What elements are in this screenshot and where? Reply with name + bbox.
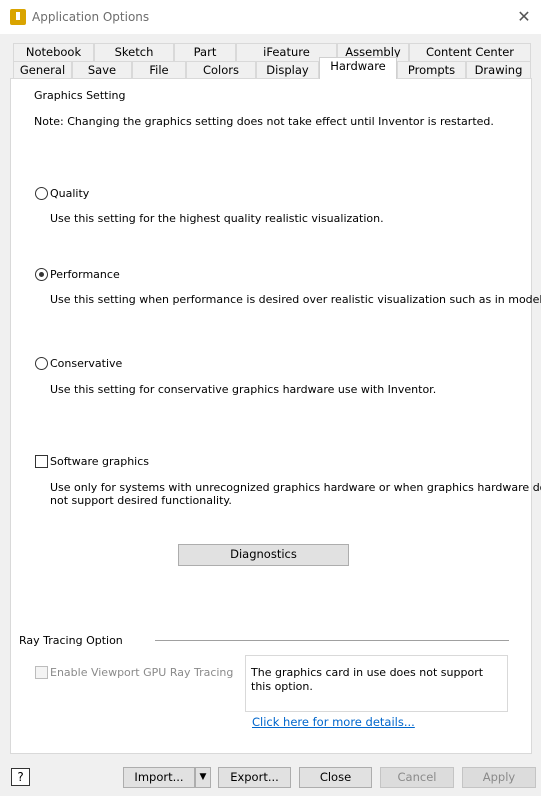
tab-file[interactable]: File bbox=[132, 61, 186, 79]
graphics-setting-label: Graphics Setting bbox=[34, 89, 126, 102]
quality-label[interactable]: Quality bbox=[50, 187, 89, 200]
tab-prompts[interactable]: Prompts bbox=[397, 61, 466, 79]
tab-general[interactable]: General bbox=[13, 61, 72, 79]
ray-tracing-divider bbox=[155, 640, 509, 641]
help-icon[interactable]: ? bbox=[11, 768, 30, 786]
gpu-ray-tracing-checkbox[interactable] bbox=[35, 666, 48, 679]
performance-radio[interactable] bbox=[35, 268, 48, 281]
diagnostics-button[interactable]: Diagnostics bbox=[178, 544, 349, 566]
export-button[interactable]: Export... bbox=[218, 767, 291, 788]
ray-tracing-info-box: The graphics card in use does not suppor… bbox=[245, 655, 508, 712]
import-button[interactable]: Import... bbox=[123, 767, 195, 788]
window-title: Application Options bbox=[32, 10, 150, 24]
performance-label[interactable]: Performance bbox=[50, 268, 120, 281]
ray-tracing-label: Ray Tracing Option bbox=[19, 634, 123, 647]
import-dropdown-icon[interactable]: ▼ bbox=[195, 767, 211, 788]
software-graphics-description-line1: Use only for systems with unrecognized g… bbox=[50, 481, 541, 494]
tab-hardware[interactable]: Hardware bbox=[319, 57, 397, 79]
tab-content-center[interactable]: Content Center bbox=[409, 43, 531, 61]
close-window-icon[interactable]: ✕ bbox=[514, 7, 534, 27]
graphics-note: Note: Changing the graphics setting does… bbox=[34, 115, 494, 128]
close-button[interactable]: Close bbox=[299, 767, 372, 788]
tab-sketch[interactable]: Sketch bbox=[94, 43, 174, 61]
apply-button[interactable]: Apply bbox=[462, 767, 536, 788]
ray-tracing-info-text: The graphics card in use does not suppor… bbox=[251, 666, 484, 693]
gpu-ray-tracing-label: Enable Viewport GPU Ray Tracing bbox=[50, 666, 234, 679]
cancel-button[interactable]: Cancel bbox=[380, 767, 454, 788]
software-graphics-description-line2: not support desired functionality. bbox=[50, 494, 232, 507]
hardware-panel bbox=[10, 78, 532, 754]
quality-radio[interactable] bbox=[35, 187, 48, 200]
software-graphics-checkbox[interactable] bbox=[35, 455, 48, 468]
tab-part[interactable]: Part bbox=[174, 43, 236, 61]
inventor-app-icon bbox=[10, 9, 26, 25]
tab-save[interactable]: Save bbox=[72, 61, 132, 79]
software-graphics-label[interactable]: Software graphics bbox=[50, 455, 149, 468]
conservative-label[interactable]: Conservative bbox=[50, 357, 122, 370]
tab-colors[interactable]: Colors bbox=[186, 61, 256, 79]
tab-display[interactable]: Display bbox=[256, 61, 319, 79]
conservative-radio[interactable] bbox=[35, 357, 48, 370]
quality-description: Use this setting for the highest quality… bbox=[50, 212, 384, 225]
more-details-link[interactable]: Click here for more details... bbox=[252, 715, 415, 729]
tab-notebook[interactable]: Notebook bbox=[13, 43, 94, 61]
conservative-description: Use this setting for conservative graphi… bbox=[50, 383, 437, 396]
title-bar: Application Options ✕ bbox=[0, 0, 541, 34]
tab-drawing[interactable]: Drawing bbox=[466, 61, 531, 79]
performance-description: Use this setting when performance is des… bbox=[50, 293, 541, 306]
